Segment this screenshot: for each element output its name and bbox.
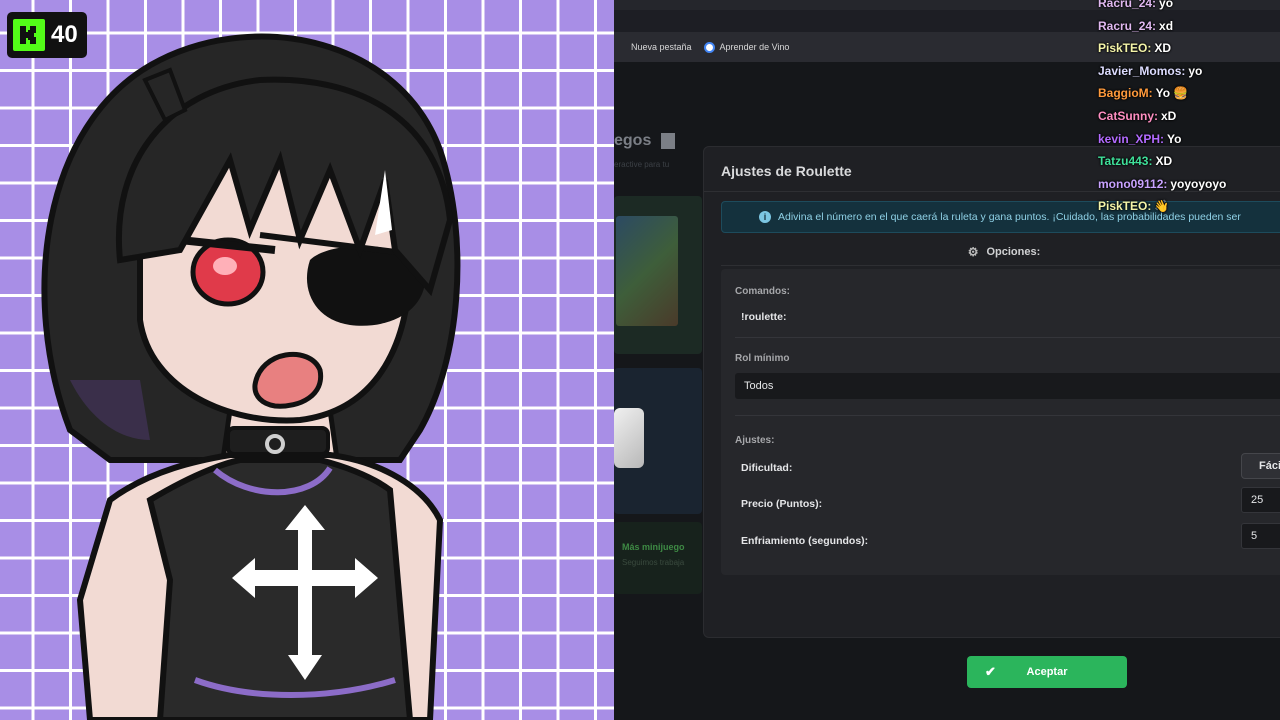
accept-button[interactable]: ✔ Aceptar (967, 656, 1127, 688)
price-value: 25 (1251, 494, 1264, 506)
chat-text: Yo 🍔 (1155, 86, 1189, 101)
chat-message: PiskTEO: XD (1098, 37, 1280, 60)
chat-text: XD (1155, 154, 1173, 169)
dice-icon (614, 408, 644, 468)
viewer-count-badge: 40 (7, 12, 87, 58)
bg-more-title: Más minijuego (622, 542, 685, 552)
options-heading: ⚙ Opciones: (704, 245, 1280, 259)
vtuber-avatar (41, 33, 461, 720)
chat-message: kevin_XPH: Yo (1098, 128, 1280, 151)
chat-message: Racru_24: xd (1098, 15, 1280, 38)
settings-panel: Comandos: !roulette: Rol mínimo Todos Aj… (721, 269, 1280, 575)
avatar-panel: 40 (0, 0, 614, 720)
chat-username: PiskTEO: (1098, 41, 1152, 56)
google-icon (703, 41, 715, 53)
min-role-select[interactable]: Todos (735, 373, 1280, 399)
roulette-settings-dialog: Ajustes de Roulette i Adivina el número … (703, 146, 1280, 688)
chat-message: mono09112: yoyoyoyo (1098, 173, 1280, 196)
bg-title-text: egos (614, 132, 652, 149)
chat-username: CatSunny: (1098, 108, 1158, 123)
bg-page-subtitle: eractive para tu (614, 160, 670, 169)
chat-username: mono09112: (1098, 176, 1168, 191)
chat-text: xd (1159, 18, 1174, 33)
commands-label: Comandos: (735, 286, 790, 297)
cooldown-value: 5 (1251, 530, 1258, 542)
difficulty-button[interactable]: Fáci (1241, 453, 1280, 479)
price-input[interactable]: 25 (1241, 487, 1280, 513)
chat-message: PiskTEO: 👋 (1098, 195, 1280, 218)
chat-message: Racru_24: yo (1098, 0, 1280, 15)
difficulty-value: Fáci (1259, 460, 1280, 472)
kick-logo-icon (13, 19, 45, 51)
chat-overlay: Racru_24: yo Racru_24: xd PiskTEO: XD Javier_M… (1098, 0, 1280, 218)
cooldown-label: Enfriamiento (segundos): (741, 535, 869, 547)
bg-game-card[interactable] (614, 196, 702, 354)
bg-game-card[interactable] (614, 368, 702, 514)
chat-username: kevin_XPH: (1098, 131, 1165, 146)
chat-text: xD (1161, 108, 1177, 123)
dialog-title: Ajustes de Roulette (721, 163, 852, 179)
bookmark-label: Nueva pestaña (631, 42, 692, 52)
bookmark-aprender-vino[interactable]: Aprender de Vino (703, 41, 790, 53)
chat-message: BaggioM: Yo 🍔 (1098, 82, 1280, 105)
command-name: !roulette: (741, 311, 787, 323)
chat-text: XD (1154, 41, 1172, 56)
options-label: Opciones: (986, 246, 1041, 258)
viewer-count: 40 (51, 21, 78, 48)
chat-username: PiskTEO: (1098, 199, 1152, 214)
min-role-value: Todos (744, 380, 774, 392)
gear-icon: ⚙ (967, 245, 979, 259)
settings-label: Ajustes: (735, 435, 775, 446)
stream-frame: 40 Nueva pestaña Aprender de Vino egos e… (0, 0, 1280, 720)
chat-username: Tatzu443: (1098, 154, 1153, 169)
chat-username: Racru_24: (1098, 0, 1157, 10)
cooldown-input[interactable]: 5 (1241, 523, 1280, 549)
divider (721, 265, 1280, 266)
price-label: Precio (Puntos): (741, 498, 823, 510)
chat-text: Yo (1167, 131, 1182, 146)
accept-label: Aceptar (1026, 666, 1068, 678)
chat-text: yo (1159, 0, 1174, 10)
chat-username: BaggioM: (1098, 86, 1153, 101)
chat-text: yoyoyoyo (1170, 176, 1227, 191)
chat-message: CatSunny: xD (1098, 105, 1280, 128)
difficulty-label: Dificultad: (741, 462, 793, 474)
game-thumbnail (616, 216, 678, 326)
bg-page-title: egos (614, 132, 676, 150)
chat-message: Javier_Momos: yo (1098, 60, 1280, 83)
min-role-label: Rol mínimo (735, 353, 790, 364)
info-icon: i (759, 211, 771, 223)
chat-text: 👋 (1154, 199, 1170, 214)
chat-text: yo (1188, 63, 1203, 78)
chat-username: Racru_24: (1098, 18, 1157, 33)
chat-message: Tatzu443: XD (1098, 150, 1280, 173)
bookmark-new-tab[interactable]: Nueva pestaña (631, 42, 692, 52)
bookmark-label: Aprender de Vino (719, 42, 790, 52)
divider (735, 415, 1280, 416)
divider (735, 337, 1280, 338)
chat-username: Javier_Momos: (1098, 63, 1186, 78)
kick-logo-icon (661, 133, 676, 149)
bg-more-sub: Seguimos trabaja (622, 558, 685, 567)
